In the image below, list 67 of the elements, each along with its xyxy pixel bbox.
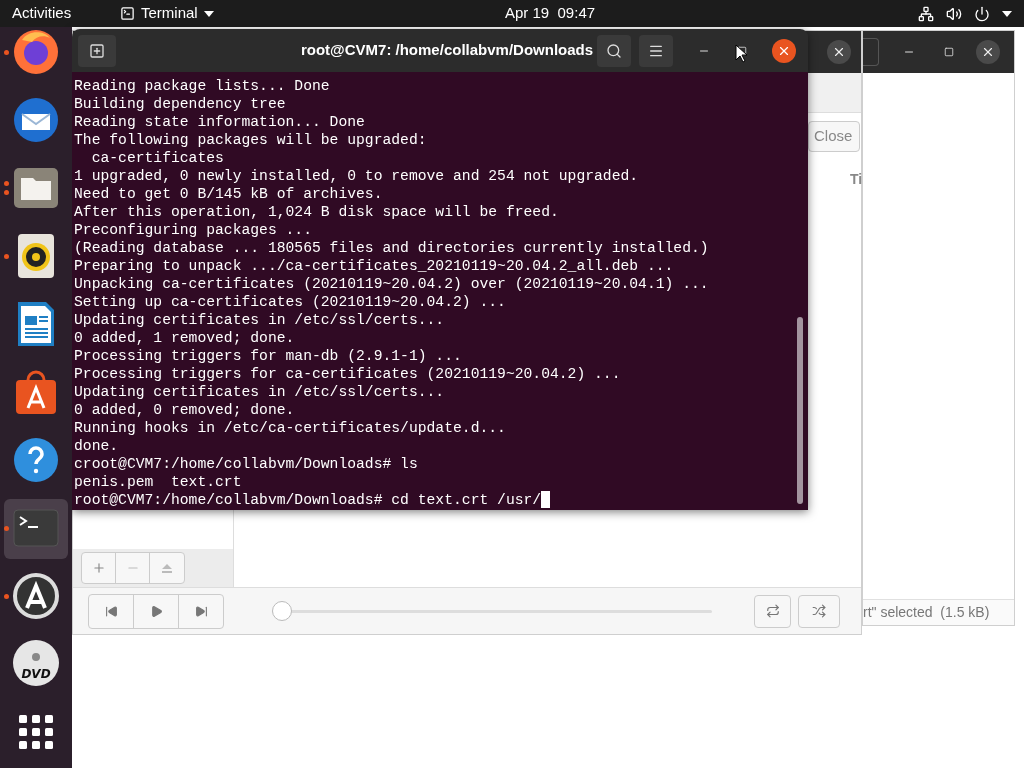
add-icon bbox=[91, 561, 106, 575]
terminal-line: Reading state information... Done bbox=[74, 113, 365, 131]
search-icon bbox=[606, 42, 622, 59]
terminal-icon bbox=[120, 6, 135, 21]
maximize-icon[interactable] bbox=[737, 45, 747, 56]
dvd-icon[interactable]: DVD bbox=[12, 640, 60, 688]
terminal-line: (Reading database ... 180565 files and directories currently installed.) bbox=[74, 239, 709, 257]
activities-button[interactable]: Activities bbox=[12, 2, 102, 25]
text-cursor bbox=[541, 491, 551, 508]
terminal-line: The following packages will be upgraded: bbox=[74, 131, 427, 149]
menu-button[interactable] bbox=[639, 34, 673, 67]
help-icon[interactable] bbox=[12, 436, 60, 484]
next-icon bbox=[194, 604, 208, 618]
column-heading: Ti bbox=[850, 170, 863, 189]
power-icon[interactable] bbox=[974, 5, 990, 22]
terminal-line: Reading package lists... Done bbox=[74, 77, 330, 95]
status-text: rt" selected (1.5 kB) bbox=[863, 603, 990, 622]
terminal-line: root@CVM7:/home/collabvm/Downloads# cd text.crt /usr/ bbox=[74, 491, 542, 509]
terminal-line: Processing triggers for man-db (2.9.1-1) ... bbox=[74, 347, 462, 365]
app-menu[interactable]: Terminal bbox=[120, 2, 214, 25]
play-icon bbox=[149, 604, 163, 618]
caret-icon bbox=[1002, 10, 1012, 17]
app-grid-icon[interactable] bbox=[19, 715, 53, 749]
close-button[interactable] bbox=[772, 38, 796, 63]
close-button[interactable] bbox=[976, 40, 1000, 64]
network-icon[interactable] bbox=[918, 5, 934, 22]
previous-icon bbox=[104, 604, 118, 618]
terminal-line: Building dependency tree bbox=[74, 95, 286, 113]
close-button[interactable] bbox=[827, 40, 851, 64]
terminal-line: 0 added, 1 removed; done. bbox=[74, 329, 295, 347]
scrollbar[interactable] bbox=[797, 317, 803, 504]
terminal-line: 0 added, 0 removed; done. bbox=[74, 401, 295, 419]
terminal-line: Updating certificates in /etc/ssl/certs... bbox=[74, 383, 445, 401]
eject-icon bbox=[162, 563, 172, 573]
caret-icon bbox=[203, 10, 214, 17]
terminal-line: done. bbox=[74, 437, 119, 455]
close-icon bbox=[981, 45, 995, 59]
terminal-line: Preconfiguring packages ... bbox=[74, 221, 312, 239]
window-title: root@CVM7: /home/collabvm/Downloads bbox=[300, 40, 594, 61]
terminal-line: Setting up ca-certificates (20210119~20.04.2) ... bbox=[74, 293, 506, 311]
terminal-line: Unpacking ca-certificates (20210119~20.04.2) over (20210119~20.04.1) ... bbox=[74, 275, 709, 293]
new-tab-button[interactable] bbox=[78, 34, 116, 67]
clock[interactable]: Apr 19 09:47 bbox=[505, 2, 596, 25]
terminal-line: Preparing to unpack .../ca-certificates_20210119~20.04.2_all.deb ... bbox=[74, 257, 674, 275]
terminal-line: After this operation, 1,024 B disk space will be freed. bbox=[74, 203, 559, 221]
firefox-icon[interactable] bbox=[12, 28, 60, 76]
terminal-line: Updating certificates in /etc/ssl/certs... bbox=[74, 311, 445, 329]
mouse-pointer-icon bbox=[735, 44, 747, 63]
shuffle-icon bbox=[812, 604, 826, 618]
close-icon bbox=[832, 45, 846, 59]
terminal-line: 1 upgraded, 0 newly installed, 0 to remove and 254 not upgraded. bbox=[74, 167, 639, 185]
terminal-line: croot@CVM7:/home/collabvm/Downloads# ls bbox=[74, 455, 418, 473]
new-tab-icon bbox=[89, 42, 105, 59]
terminal-line: Processing triggers for ca-certificates (20210119~20.04.2) ... bbox=[74, 365, 621, 383]
terminal-line: penis.pem text.crt bbox=[74, 473, 242, 491]
seek-slider[interactable] bbox=[272, 601, 712, 621]
updater-icon[interactable] bbox=[12, 572, 60, 620]
repeat-icon bbox=[765, 604, 780, 618]
terminal-line: Running hooks in /etc/ca-certificates/update.d... bbox=[74, 419, 506, 437]
slider-handle[interactable] bbox=[272, 601, 292, 621]
repeat-button[interactable] bbox=[754, 594, 791, 628]
terminal-line: Need to get 0 B/145 kB of archives. bbox=[74, 185, 383, 203]
search-button[interactable] bbox=[597, 34, 631, 67]
envelope-icon[interactable] bbox=[12, 96, 60, 144]
shuffle-button[interactable] bbox=[798, 594, 840, 628]
volume-icon[interactable] bbox=[946, 5, 962, 22]
terminal-line: ca-certificates bbox=[90, 149, 224, 167]
